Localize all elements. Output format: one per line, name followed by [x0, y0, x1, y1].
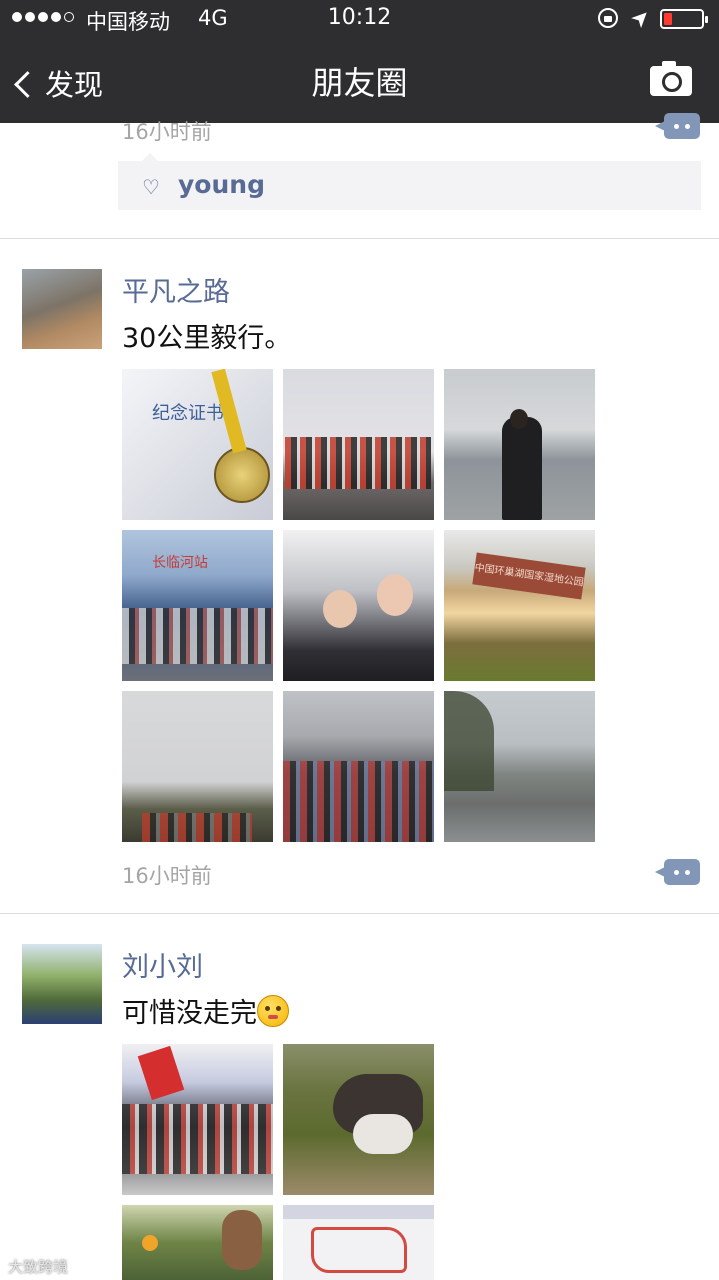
post-text: 可惜没走完 — [122, 991, 289, 1030]
camera-icon[interactable] — [650, 61, 692, 96]
photo-group-banner[interactable]: 长临河站 — [122, 530, 273, 681]
post-time: 16小时前 — [122, 120, 212, 144]
photo-flowers-dog[interactable] — [122, 1205, 273, 1280]
rotation-lock-icon — [598, 8, 618, 28]
post-time: 16小时前 — [122, 864, 212, 888]
heart-icon: ♡ — [142, 175, 160, 199]
photo-park-sign[interactable]: 中国环巢湖国家湿地公园 — [444, 530, 595, 681]
likes-panel: ♡ young — [118, 153, 701, 210]
photo-crowd-street[interactable] — [283, 691, 434, 842]
navigation-bar: 发现 朋友圈 — [0, 40, 719, 123]
author-name[interactable]: 平凡之路 — [122, 270, 230, 309]
photo-selfie-bus[interactable] — [283, 530, 434, 681]
photo-route-map[interactable] — [283, 1205, 434, 1280]
comment-button[interactable] — [655, 113, 700, 139]
like-user-name[interactable]: young — [178, 170, 265, 199]
page-title: 朋友圈 — [311, 64, 408, 102]
photo-husky-dog[interactable] — [283, 1044, 434, 1195]
watermark: 大致跨境 — [8, 1258, 69, 1276]
comment-button[interactable] — [655, 859, 700, 885]
divider — [0, 913, 719, 914]
author-name[interactable]: 刘小刘 — [122, 945, 203, 984]
photo-overlay-text: 纪念证书 — [152, 403, 224, 424]
avatar[interactable] — [22, 269, 102, 349]
photo-certificate-medal[interactable]: 纪念证书 — [122, 369, 273, 520]
photo-lakeside-road[interactable] — [444, 691, 595, 842]
photo-misty-crowd[interactable] — [122, 691, 273, 842]
post-text-content: 可惜没走完 — [122, 998, 257, 1029]
avatar[interactable] — [22, 944, 102, 1024]
photo-man-by-water[interactable] — [444, 369, 595, 520]
photo-event-crowd[interactable] — [122, 1044, 273, 1195]
photo-overlay-text: 中国环巢湖国家湿地公园 — [472, 552, 586, 600]
photo-overlay-text: 长临河站 — [152, 555, 208, 571]
post-text: 30公里毅行。 — [122, 323, 292, 354]
divider — [0, 238, 719, 239]
status-bar: 中国移动 4G 10:12 ➤ — [0, 0, 719, 40]
photo-group-on-shore[interactable] — [283, 369, 434, 520]
battery-icon — [660, 9, 708, 29]
blushing-smile-emoji-icon — [257, 995, 289, 1027]
